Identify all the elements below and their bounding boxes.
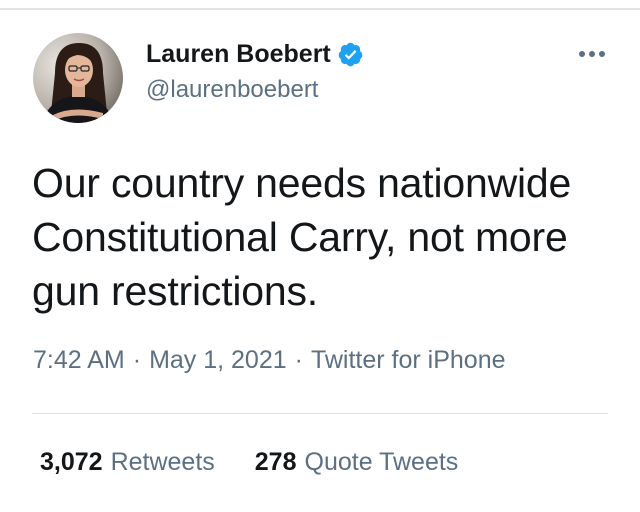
stats-divider bbox=[32, 413, 608, 414]
handle[interactable]: @laurenboebert bbox=[146, 76, 318, 104]
retweets-stat[interactable]: 3,072 Retweets bbox=[40, 448, 215, 477]
meta-separator: · bbox=[132, 346, 142, 374]
more-horizontal-icon bbox=[579, 51, 605, 57]
tweet-metadata: 7:42 AM · May 1, 2021 · Twitter for iPhone bbox=[33, 346, 506, 375]
tweet-stats: 3,072 Retweets 278 Quote Tweets bbox=[40, 448, 458, 477]
retweets-label: Retweets bbox=[110, 448, 215, 476]
avatar[interactable] bbox=[33, 33, 123, 123]
display-name[interactable]: Lauren Boebert bbox=[146, 40, 331, 69]
retweets-count: 3,072 bbox=[40, 448, 103, 476]
tweet-source[interactable]: Twitter for iPhone bbox=[311, 346, 506, 374]
quote-tweets-stat[interactable]: 278 Quote Tweets bbox=[255, 448, 459, 477]
quote-tweets-label: Quote Tweets bbox=[304, 448, 459, 476]
avatar-image bbox=[33, 33, 123, 123]
meta-separator: · bbox=[294, 346, 303, 374]
tweet-time[interactable]: 7:42 AM bbox=[33, 346, 125, 374]
author-name-row: Lauren Boebert bbox=[146, 34, 364, 74]
tweet-date[interactable]: May 1, 2021 bbox=[149, 346, 287, 374]
top-divider bbox=[0, 8, 640, 10]
verified-badge-icon bbox=[337, 41, 364, 68]
tweet-card: Lauren Boebert @laurenboebert Our countr… bbox=[0, 0, 640, 512]
more-options-button[interactable] bbox=[572, 42, 612, 66]
tweet-text: Our country needs nationwide Constitutio… bbox=[32, 160, 572, 314]
quote-tweets-count: 278 bbox=[254, 448, 297, 476]
